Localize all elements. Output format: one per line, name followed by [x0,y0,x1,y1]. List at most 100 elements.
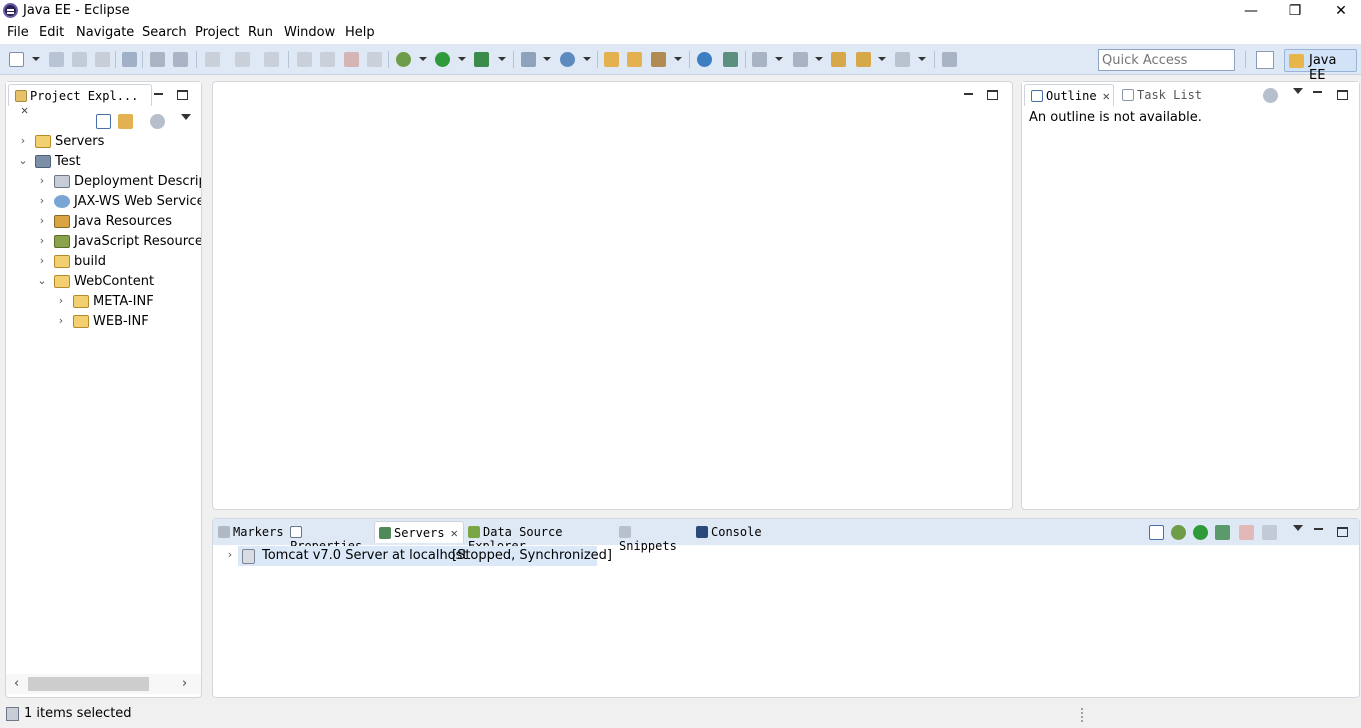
close-button[interactable]: ✕ [1318,0,1361,22]
horizontal-scrollbar[interactable]: ‹ › [6,674,201,694]
last-edit-icon[interactable] [831,52,846,67]
tab-outline[interactable]: Outline ✕ [1024,84,1114,106]
menu-file[interactable]: File [7,25,29,40]
open-resource-icon[interactable] [627,52,642,67]
menu-edit[interactable]: Edit [39,25,64,40]
resume-icon[interactable] [297,52,312,67]
redo-icon[interactable] [235,52,250,67]
minimize-icon[interactable] [1312,86,1324,98]
status-bar-handle[interactable] [1081,708,1083,722]
external-tools-dropdown-icon[interactable] [498,57,506,61]
open-type-icon[interactable] [604,52,619,67]
align-icon[interactable] [150,52,165,67]
minimize-icon[interactable] [1313,523,1325,535]
publish-icon[interactable] [1262,525,1277,540]
toggle-breakpoint-icon[interactable] [122,52,137,67]
collapse-all-icon[interactable] [1149,525,1164,540]
run-dropdown-icon[interactable] [458,57,466,61]
editor-area[interactable] [212,81,1013,510]
expand-icon[interactable]: › [224,549,236,561]
maximize-icon[interactable] [987,90,998,100]
tab-task-list[interactable]: Task List [1120,84,1216,106]
new-server-icon[interactable] [521,52,536,67]
new-class-icon[interactable] [560,52,575,67]
step-icon[interactable] [264,52,279,67]
close-icon[interactable]: ✕ [1103,89,1110,103]
server-row-tomcat[interactable]: › Tomcat v7.0 Server at localhost [Stopp… [221,546,721,566]
menu-help[interactable]: Help [345,25,375,40]
view-menu-icon[interactable] [181,114,191,120]
back-icon[interactable] [856,52,871,67]
disconnect-icon[interactable] [367,52,382,67]
tree-item-meta-inf[interactable]: › META-INF [6,292,201,312]
back-dropdown-icon[interactable] [878,57,886,61]
expand-icon[interactable]: › [36,255,48,267]
view-menu-icon[interactable] [1293,88,1303,94]
close-icon[interactable]: ✕ [451,526,458,540]
perspective-java-ee-button[interactable]: Java EE [1284,49,1357,83]
open-perspective-icon[interactable] [1256,51,1274,69]
tab-console[interactable]: Console [696,521,762,543]
tree-item-web-inf[interactable]: › WEB-INF [6,312,201,332]
tree-item-build[interactable]: › build [6,252,201,272]
tree-item-javascript-resources[interactable]: › JavaScript Resources [6,232,201,252]
menu-project[interactable]: Project [195,25,239,40]
new-dropdown-icon[interactable] [32,57,40,61]
stop-server-icon[interactable] [1239,525,1254,540]
next-annotation-icon[interactable] [752,52,767,67]
save-all-icon[interactable] [72,52,87,67]
quick-access-input[interactable] [1098,49,1235,71]
debug-icon[interactable] [396,52,411,67]
tree-item-webcontent[interactable]: ⌄ WebContent [6,272,201,292]
expand-icon[interactable]: › [36,195,48,207]
scroll-left-icon[interactable]: ‹ [14,676,19,691]
web-browser-icon[interactable] [697,52,712,67]
tree-item-java-resources[interactable]: › Java Resources [6,212,201,232]
scrollbar-thumb[interactable] [28,677,149,691]
maximize-icon[interactable] [1337,90,1348,100]
tab-project-explorer[interactable]: Project Expl...✕ [8,84,152,117]
filters-icon[interactable] [1263,88,1278,103]
tree-item-deployment-descriptor[interactable]: › Deployment Descript [6,172,201,192]
expand-icon[interactable]: › [36,175,48,187]
debug-dropdown-icon[interactable] [419,57,427,61]
search-dropdown-icon[interactable] [674,57,682,61]
menu-navigate[interactable]: Navigate [76,25,134,40]
tab-data-source-explorer[interactable]: Data Source Explorer [468,521,610,553]
minimize-button[interactable]: — [1228,0,1274,22]
tree-item-jax-ws-web-service[interactable]: › JAX-WS Web Service [6,192,201,212]
run-icon[interactable] [435,52,450,67]
expand-icon[interactable]: › [55,295,67,307]
terminate-icon[interactable] [344,52,359,67]
pin-editor-icon[interactable] [942,52,957,67]
print-icon[interactable] [95,52,110,67]
next-annotation-dropdown-icon[interactable] [775,57,783,61]
maximize-icon[interactable] [1337,527,1348,537]
suspend-icon[interactable] [320,52,335,67]
tab-snippets[interactable]: Snippets [619,521,689,553]
minimize-icon[interactable] [153,88,165,100]
restore-button[interactable]: ❐ [1272,0,1318,22]
new-server-dropdown-icon[interactable] [543,57,551,61]
previous-annotation-icon[interactable] [793,52,808,67]
previous-annotation-dropdown-icon[interactable] [815,57,823,61]
format-icon[interactable] [173,52,188,67]
search-icon[interactable] [651,52,666,67]
new-icon[interactable] [9,52,24,67]
view-menu-icon[interactable] [1293,525,1303,531]
collapse-all-icon[interactable] [96,114,111,129]
expand-icon[interactable]: › [17,135,29,147]
external-tools-icon[interactable] [474,52,489,67]
tree-item-test[interactable]: ⌄ Test [6,152,201,172]
forward-dropdown-icon[interactable] [918,57,926,61]
menu-search[interactable]: Search [142,25,187,40]
maximize-icon[interactable] [177,90,188,100]
expand-icon[interactable]: › [55,315,67,327]
scroll-right-icon[interactable]: › [182,676,187,691]
debug-server-icon[interactable] [1171,525,1186,540]
collapse-icon[interactable]: ⌄ [36,275,48,287]
forward-icon[interactable] [895,52,910,67]
collapse-icon[interactable]: ⌄ [17,155,29,167]
close-icon[interactable]: ✕ [21,103,28,117]
new-class-dropdown-icon[interactable] [583,57,591,61]
